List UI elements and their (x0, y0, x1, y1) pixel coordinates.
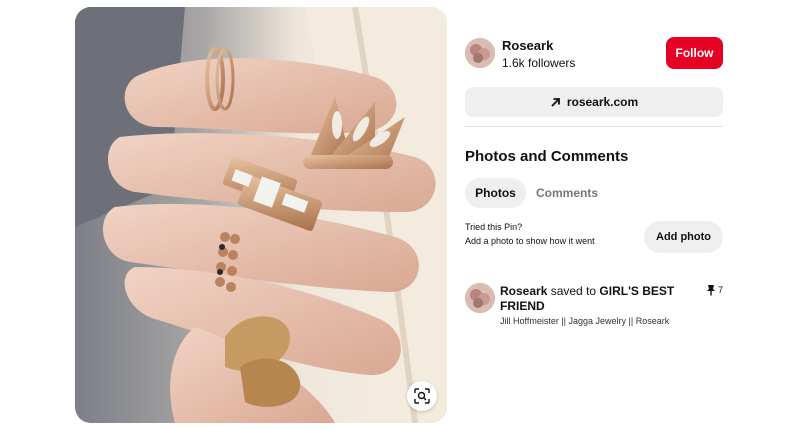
activity-action: saved to (547, 284, 600, 298)
creator-name[interactable]: Roseark (502, 38, 553, 53)
pin-photo (75, 7, 447, 423)
creator-avatar[interactable] (465, 38, 495, 68)
activity-avatar[interactable] (465, 283, 495, 313)
tab-photos[interactable]: Photos (465, 178, 526, 208)
visual-search-button[interactable] (407, 381, 437, 411)
tried-pin-title: Tried this Pin? (465, 222, 523, 232)
activity-text: Roseark saved to GIRL'S BEST FRIEND (500, 284, 680, 314)
website-link-button[interactable]: roseark.com (465, 87, 723, 117)
arrow-up-right-icon (551, 97, 560, 107)
activity-description: Jill Hoffmeister || Jagga Jewelry || Ros… (500, 316, 670, 326)
pin-count-value: 7 (718, 285, 724, 295)
pin-icon (707, 285, 715, 296)
tried-pin-subtitle: Add a photo to show how it went (465, 236, 595, 246)
follow-button[interactable]: Follow (666, 37, 723, 69)
pin-count: 7 (706, 284, 723, 296)
tab-comments[interactable]: Comments (530, 178, 604, 208)
add-photo-button[interactable]: Add photo (644, 221, 723, 253)
pin-image[interactable] (75, 7, 447, 423)
website-label: roseark.com (566, 95, 639, 109)
photos-comments-title: Photos and Comments (465, 148, 629, 165)
activity-user[interactable]: Roseark (500, 284, 547, 298)
creator-followers: 1.6k followers (502, 56, 576, 70)
avatar-image (465, 283, 495, 313)
visual-search-icon (414, 388, 430, 404)
divider (465, 126, 723, 127)
avatar-image (465, 38, 495, 68)
